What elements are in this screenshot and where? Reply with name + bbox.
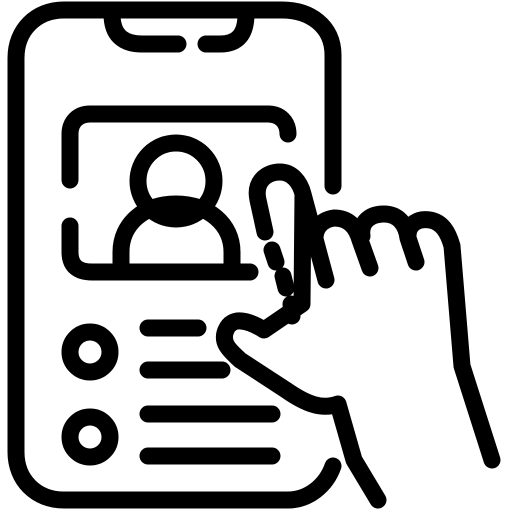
phone-profile-touch-icon (7, 1, 501, 509)
icon-canvas (0, 0, 512, 512)
list-bullet-1 (61, 323, 119, 381)
finger-dashes (263, 241, 301, 325)
list-bullet-2 (61, 408, 119, 466)
